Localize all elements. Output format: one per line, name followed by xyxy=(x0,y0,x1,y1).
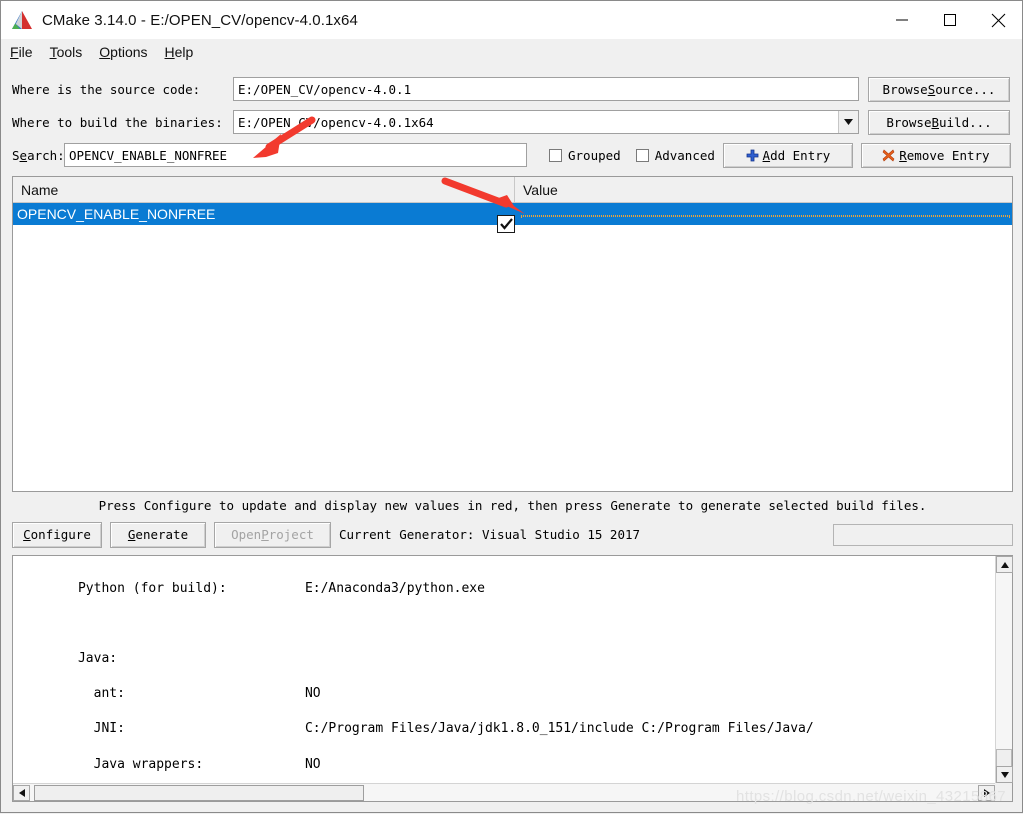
scrollbar-corner xyxy=(995,783,1012,801)
generate-accel: G xyxy=(127,527,136,542)
build-binaries-row: Where to build the binaries: E:/OPEN_CV/… xyxy=(1,109,1013,135)
log-line-3: ant: NO xyxy=(77,686,321,702)
menu-tools-accel: T xyxy=(49,43,57,60)
menu-file-accel: F xyxy=(10,43,19,60)
add-entry-button[interactable]: Add Entry xyxy=(722,142,853,168)
grouped-label: Grouped xyxy=(568,147,621,163)
log-vertical-scrollbar[interactable] xyxy=(995,556,1013,783)
scroll-up-icon[interactable] xyxy=(996,556,1013,573)
add-entry-rest: dd Entry xyxy=(770,147,831,163)
value-focus-outline xyxy=(521,215,1010,217)
browse-source-pre: Browse xyxy=(882,81,928,97)
menu-item-tools[interactable]: Tools xyxy=(50,44,83,60)
column-header-value[interactable]: Value xyxy=(515,177,1012,202)
log-line-4: JNI: C:/Program Files/Java/jdk1.8.0_151/… xyxy=(77,721,814,737)
plus-icon xyxy=(746,149,759,162)
advanced-label: Advanced xyxy=(654,147,715,163)
chevron-down-icon[interactable] xyxy=(838,111,858,133)
build-binaries-value: E:/OPEN_CV/opencv-4.0.1x64 xyxy=(238,114,434,130)
minimize-icon[interactable] xyxy=(878,1,926,39)
search-label-pre: S xyxy=(12,147,20,163)
search-input[interactable]: OPENCV_ENABLE_NONFREE xyxy=(64,143,527,167)
search-label-accel: e xyxy=(19,147,28,163)
maximize-icon[interactable] xyxy=(926,1,974,39)
cross-icon xyxy=(882,149,895,162)
action-bar: Configure Generate Open Project Current … xyxy=(12,521,1013,548)
output-log-text: Python (for build): E:/Anaconda3/python.… xyxy=(13,556,995,783)
menu-help-accel: H xyxy=(164,43,175,60)
generate-rest: enerate xyxy=(135,527,189,542)
browse-build-button[interactable]: Browse Build... xyxy=(868,109,1010,135)
log-line-0: Python (for build): E:/Anaconda3/python.… xyxy=(77,580,485,596)
search-label-post: arch: xyxy=(27,147,65,163)
menu-file-rest: ile xyxy=(18,43,33,60)
open-project-accel: P xyxy=(261,527,269,542)
cmake-gui-window: CMake 3.14.0 - E:/OPEN_CV/opencv-4.0.1x6… xyxy=(0,0,1023,813)
table-row[interactable]: OPENCV_ENABLE_NONFREE xyxy=(13,203,1012,233)
generate-button[interactable]: Generate xyxy=(110,521,206,548)
browse-build-accel: B xyxy=(931,114,939,130)
build-binaries-label: Where to build the binaries: xyxy=(12,114,223,130)
menu-bar: File Tools Options Help xyxy=(1,39,1022,64)
current-generator-label: Current Generator: Visual Studio 15 2017 xyxy=(339,527,641,542)
window-title: CMake 3.14.0 - E:/OPEN_CV/opencv-4.0.1x6… xyxy=(42,11,358,29)
cmake-triangle-logo-icon xyxy=(11,10,33,30)
configure-rest: onfigure xyxy=(30,527,91,542)
cache-entry-name: OPENCV_ENABLE_NONFREE xyxy=(17,206,216,222)
browse-source-accel: S xyxy=(927,81,936,97)
progress-bar xyxy=(833,523,1013,546)
menu-help-rest: elp xyxy=(174,43,194,60)
scroll-down-icon[interactable] xyxy=(996,766,1013,783)
menu-options-rest: ptions xyxy=(110,43,148,60)
configure-accel: C xyxy=(23,527,31,542)
nonfree-value-checkbox[interactable] xyxy=(497,215,515,233)
remove-entry-accel: R xyxy=(899,147,907,163)
grouped-checkbox[interactable]: Grouped xyxy=(549,148,621,163)
window-controls xyxy=(878,1,1022,39)
remove-entry-button[interactable]: Remove Entry xyxy=(860,142,1011,168)
browse-source-post: ource... xyxy=(935,81,996,97)
advanced-checkbox-box[interactable] xyxy=(635,148,649,162)
grouped-checkbox-box[interactable] xyxy=(549,148,562,162)
log-line-2: Java: xyxy=(77,650,118,666)
cache-variables-table[interactable]: Name Value OPENCV_ENABLE_NONFREE xyxy=(12,176,1013,492)
search-label: Search: xyxy=(1,147,65,163)
title-bar: CMake 3.14.0 - E:/OPEN_CV/opencv-4.0.1x6… xyxy=(1,1,1022,39)
menu-item-options[interactable]: Options xyxy=(99,44,147,60)
log-horizontal-scrollbar[interactable] xyxy=(13,783,995,801)
table-header-row: Name Value xyxy=(13,177,1012,203)
column-header-name[interactable]: Name xyxy=(13,177,515,202)
advanced-checkbox[interactable]: Advanced xyxy=(635,147,715,163)
configure-hint-text: Press Configure to update and display ne… xyxy=(98,498,927,513)
menu-item-file[interactable]: File xyxy=(10,44,33,60)
log-hscroll-thumb[interactable] xyxy=(34,784,364,801)
build-binaries-input[interactable]: E:/OPEN_CV/opencv-4.0.1x64 xyxy=(233,110,859,134)
search-row: Search: OPENCV_ENABLE_NONFREE Grouped Ad… xyxy=(1,142,1013,168)
configure-button[interactable]: Configure xyxy=(12,521,102,548)
add-entry-accel: A xyxy=(762,147,771,163)
browse-source-button[interactable]: Browse Source... xyxy=(868,76,1010,102)
open-project-post: roject xyxy=(268,527,314,542)
source-code-label: Where is the source code: xyxy=(12,81,201,97)
browse-build-pre: Browse xyxy=(886,114,932,130)
remove-entry-rest: emove Entry xyxy=(906,147,990,163)
open-project-button[interactable]: Open Project xyxy=(214,521,331,548)
menu-options-accel: O xyxy=(99,43,111,60)
source-code-input[interactable]: E:/OPEN_CV/opencv-4.0.1 xyxy=(233,77,859,101)
scroll-right-icon[interactable] xyxy=(978,784,995,801)
scroll-left-icon[interactable] xyxy=(13,784,30,801)
close-icon[interactable] xyxy=(974,1,1022,39)
open-project-pre: Open xyxy=(231,527,262,542)
source-code-row: Where is the source code: E:/OPEN_CV/ope… xyxy=(1,76,1013,102)
menu-tools-rest: ools xyxy=(56,43,83,60)
output-log-panel[interactable]: Python (for build): E:/Anaconda3/python.… xyxy=(12,555,1013,802)
menu-item-help[interactable]: Help xyxy=(165,44,194,60)
browse-build-post: uild... xyxy=(939,114,992,130)
log-line-5: Java wrappers: NO xyxy=(77,756,321,772)
